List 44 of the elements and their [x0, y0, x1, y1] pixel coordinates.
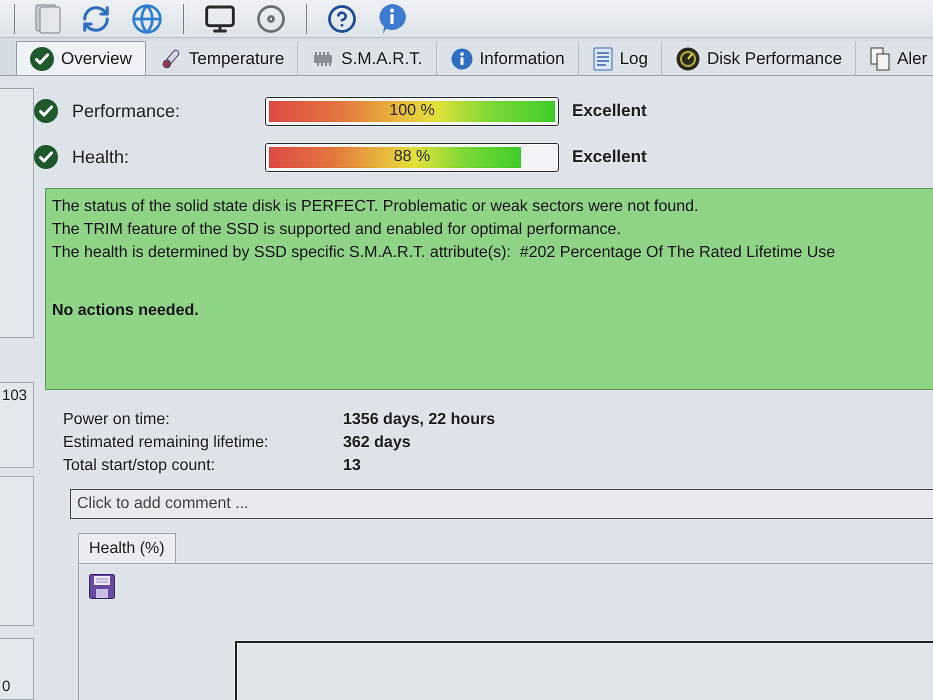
status-label: Performance:: [71, 100, 182, 122]
check-icon: [34, 99, 58, 123]
check-icon: [34, 145, 58, 169]
status-label: Health:: [71, 146, 130, 168]
tab[interactable]: Information: [436, 41, 579, 75]
rating-text: Excellent: [571, 101, 648, 121]
status-line: The status of the solid state disk is PERFECT. Problematic or weak sectors were not found.: [52, 197, 700, 217]
side-label: 103: [2, 387, 28, 404]
document-icon: [592, 46, 613, 70]
status-line: The health is determined by SSD specific S.M.A.R.T. attribute(s): #202 Percentage Of The Rated Lifetime Use: [52, 243, 836, 263]
tab[interactable]: Log: [578, 41, 662, 75]
thermometer-icon: [160, 48, 182, 70]
dial-icon: [676, 46, 700, 70]
side-label: 0: [2, 678, 12, 695]
help-icon[interactable]: [327, 4, 357, 34]
detail-value: 13: [343, 456, 362, 474]
info-icon: [450, 48, 473, 70]
info-bubble-icon[interactable]: [377, 2, 407, 34]
detail-label: Total start/stop count:: [63, 456, 216, 474]
refresh-icon[interactable]: [81, 4, 111, 34]
status-line: The TRIM feature of the SSD is supported and enabled for optimal performance.: [52, 220, 622, 240]
check-icon: [30, 47, 54, 71]
disc-icon[interactable]: [256, 4, 286, 34]
monitor-icon[interactable]: [204, 2, 236, 34]
tab[interactable]: Disk Performance: [662, 41, 856, 75]
status-conclusion: No actions needed.: [52, 301, 200, 321]
detail-value: 1356 days, 22 hours: [343, 410, 496, 428]
tab[interactable]: Health (%): [78, 533, 176, 564]
rating-text: Excellent: [571, 147, 648, 167]
globe-icon[interactable]: [131, 2, 163, 34]
tab[interactable]: Temperature: [146, 41, 298, 75]
comment-field[interactable]: Click to add comment ...: [70, 489, 933, 519]
detail-label: Power on time:: [63, 410, 171, 428]
save-icon[interactable]: [89, 574, 115, 599]
detail-value: 362 days: [343, 434, 412, 452]
detail-label: Estimated remaining lifetime:: [63, 434, 270, 452]
chip-icon: [312, 52, 334, 66]
tab[interactable]: S.M.A.R.T.: [298, 41, 437, 75]
tab[interactable]: Overview: [16, 41, 146, 75]
meter-reading: 88 %: [394, 148, 430, 166]
meter-reading: 100 %: [389, 102, 435, 120]
documents-icon[interactable]: [35, 4, 61, 34]
pages-icon: [870, 46, 890, 70]
tab[interactable]: Aler: [856, 41, 933, 75]
